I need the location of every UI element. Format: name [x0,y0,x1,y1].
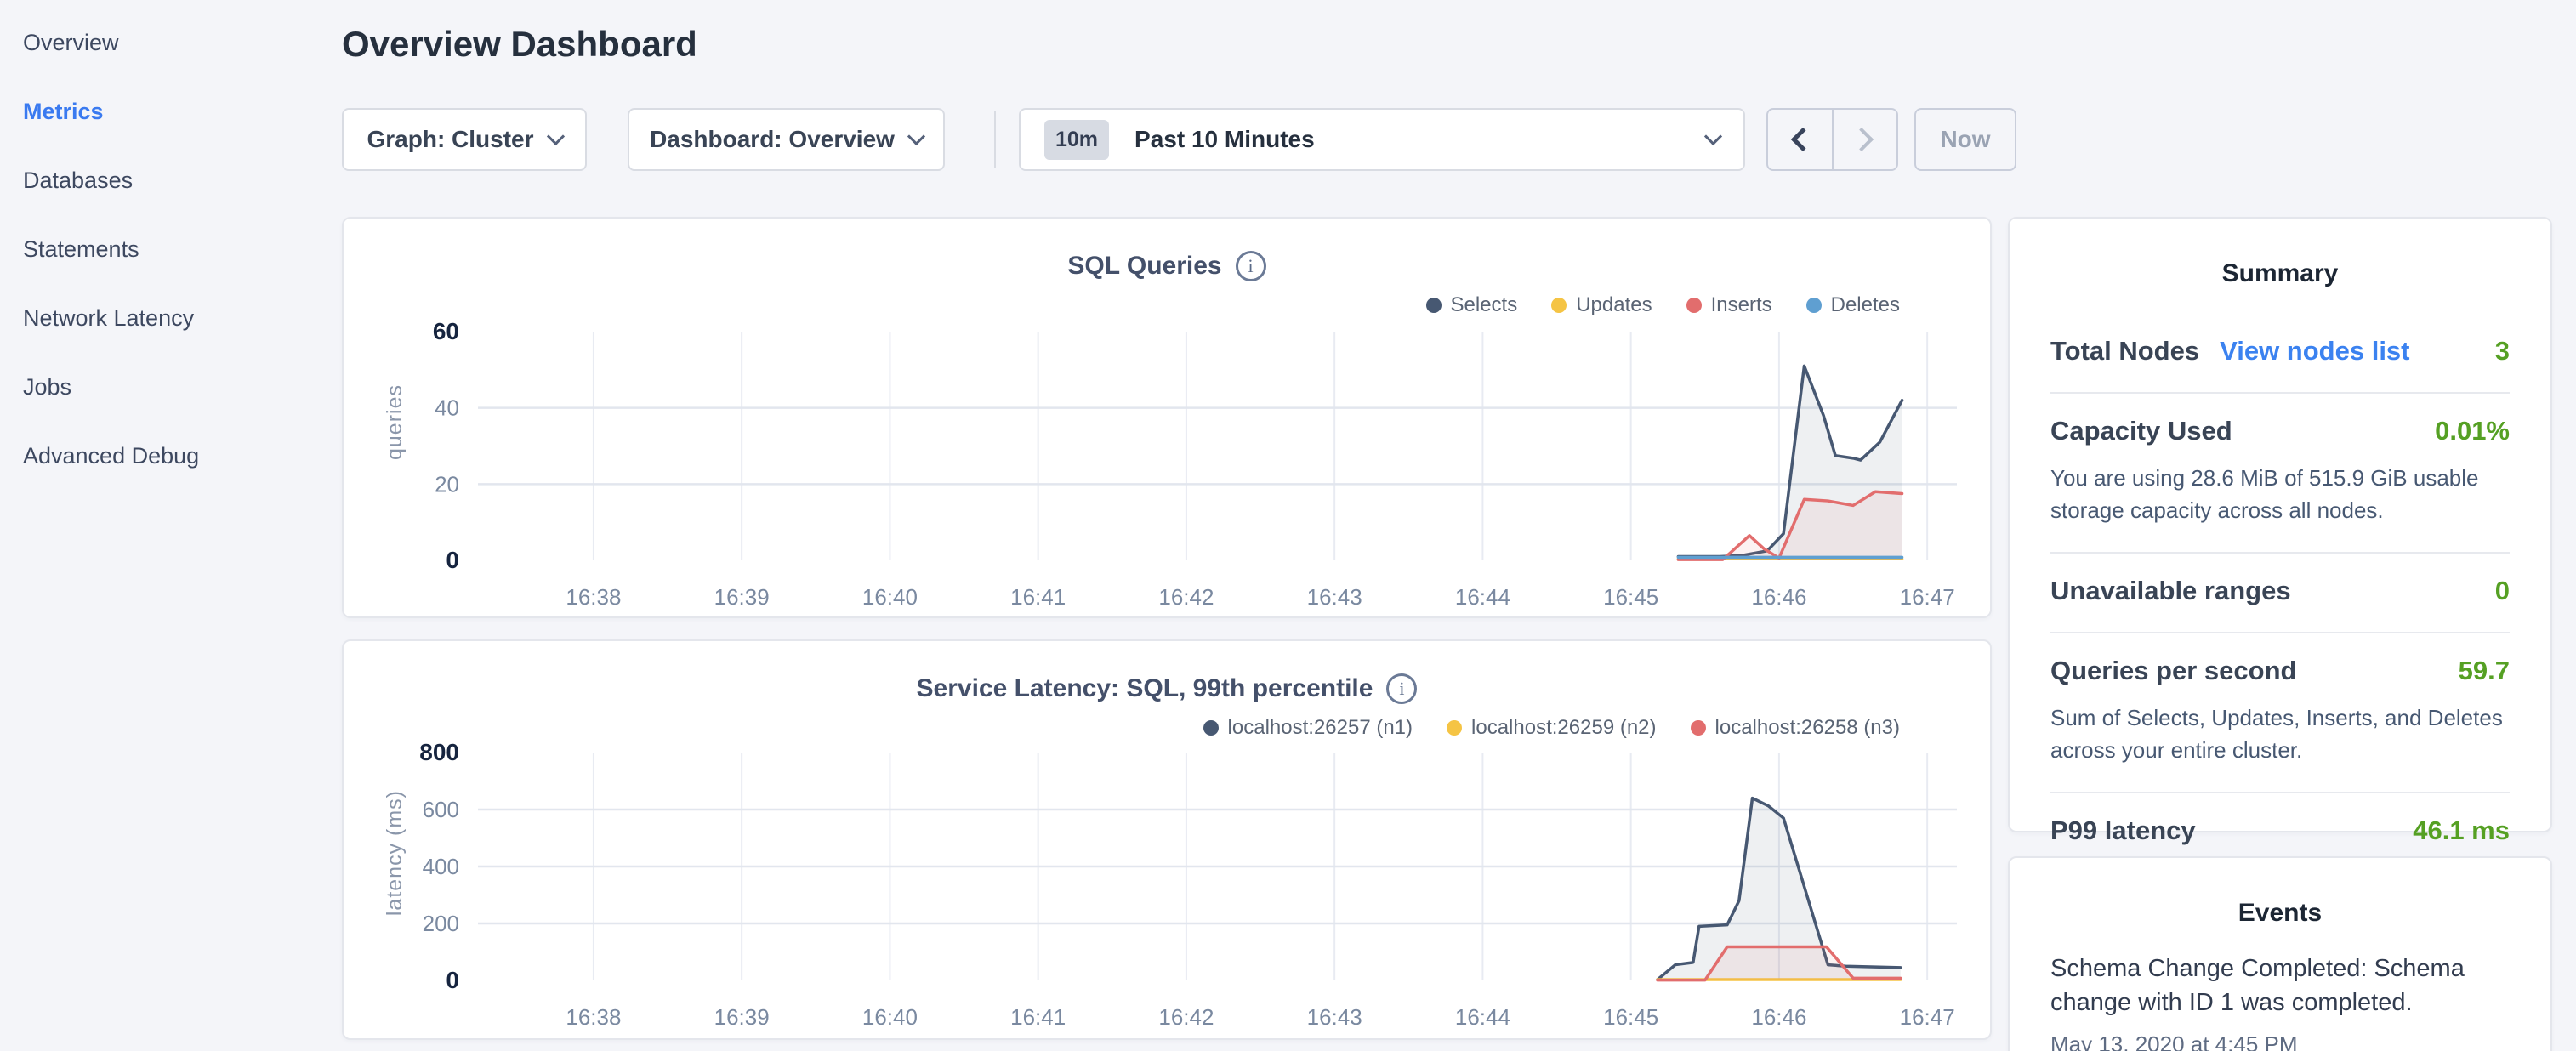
svg-text:16:45: 16:45 [1603,1004,1658,1030]
dashboard-dropdown[interactable]: Dashboard: Overview [628,108,945,171]
events-title: Events [2010,858,2550,928]
service-latency-chart-card: Service Latency: SQL, 99th percentile i … [342,639,1992,1040]
svg-text:16:41: 16:41 [1010,1004,1066,1030]
summary-value: 3 [2495,336,2510,366]
chevron-down-icon [907,127,925,145]
summary-label: Total Nodes [2050,336,2199,366]
summary-panel: Summary Total Nodes View nodes list 3 Ca… [2008,217,2552,832]
summary-label: Unavailable ranges [2050,576,2291,606]
page-title: Overview Dashboard [342,24,697,65]
time-next-button[interactable] [1834,110,1897,169]
sidebar: Overview Metrics Databases Statements Ne… [0,0,338,1051]
sidebar-item-network-latency[interactable]: Network Latency [23,284,338,353]
sidebar-item-statements[interactable]: Statements [23,215,338,284]
svg-text:16:47: 16:47 [1900,1004,1955,1030]
events-panel: Events Schema Change Completed: Schema c… [2008,856,2552,1051]
svg-text:20: 20 [435,471,459,497]
svg-text:16:39: 16:39 [714,1004,770,1030]
now-button[interactable]: Now [1914,108,2016,171]
summary-description: Sum of Selects, Updates, Inserts, and De… [2050,702,2510,766]
svg-text:16:38: 16:38 [566,584,621,610]
svg-text:16:43: 16:43 [1307,584,1362,610]
summary-row-capacity-used: Capacity Used 0.01% You are using 28.6 M… [2050,394,2510,554]
chevron-down-icon [546,127,564,145]
sidebar-item-overview[interactable]: Overview [23,9,338,77]
sql-queries-plot: 16:38 16:39 16:40 16:41 16:42 16:43 16:44 16:45… [344,219,1993,620]
sidebar-item-jobs[interactable]: Jobs [23,353,338,422]
chevron-left-icon [1791,128,1815,151]
graph-dropdown[interactable]: Graph: Cluster [342,108,587,171]
summary-value: 0.01% [2435,416,2510,446]
svg-text:16:46: 16:46 [1751,1004,1806,1030]
toolbar-divider [994,111,996,168]
view-nodes-list-link[interactable]: View nodes list [2220,336,2409,366]
svg-text:600: 600 [423,797,459,822]
svg-text:16:45: 16:45 [1603,584,1658,610]
sql-queries-chart-card: SQL Queries i Selects Updates Inserts De… [342,217,1992,618]
graph-dropdown-label: Graph: Cluster [367,126,533,153]
svg-text:16:40: 16:40 [862,1004,918,1030]
service-latency-plot: 16:38 16:39 16:40 16:41 16:42 16:43 16:44 16:45… [344,641,1993,1042]
svg-text:800: 800 [419,739,459,765]
svg-text:16:46: 16:46 [1751,584,1806,610]
svg-text:0: 0 [446,967,459,993]
time-range-selector[interactable]: 10m Past 10 Minutes [1019,108,1745,171]
summary-title: Summary [2010,219,2550,288]
summary-label: Capacity Used [2050,416,2232,446]
svg-text:16:40: 16:40 [862,584,918,610]
chevron-down-icon [1704,127,1722,145]
summary-row-queries-per-second: Queries per second 59.7 Sum of Selects, … [2050,633,2510,793]
summary-label: P99 latency [2050,815,2196,846]
event-text: Schema Change Completed: Schema change w… [2050,952,2491,1020]
svg-text:60: 60 [433,318,459,344]
svg-text:16:44: 16:44 [1455,584,1510,610]
summary-value: 46.1 ms [2413,815,2510,846]
svg-text:16:42: 16:42 [1158,1004,1214,1030]
summary-value: 0 [2495,576,2510,606]
svg-text:16:39: 16:39 [714,584,770,610]
svg-text:16:42: 16:42 [1158,584,1214,610]
svg-text:40: 40 [435,395,459,421]
svg-text:200: 200 [423,911,459,936]
sidebar-item-databases[interactable]: Databases [23,146,338,215]
summary-row-total-nodes: Total Nodes View nodes list 3 [2050,314,2510,394]
event-timestamp: May 13, 2020 at 4:45 PM [2050,1031,2491,1051]
time-prev-button[interactable] [1768,110,1834,169]
svg-text:16:41: 16:41 [1010,584,1066,610]
event-item: Schema Change Completed: Schema change w… [2010,928,2550,1051]
summary-description: You are using 28.6 MiB of 515.9 GiB usab… [2050,462,2510,526]
dashboard-dropdown-label: Dashboard: Overview [650,126,895,153]
time-range-badge: 10m [1044,120,1109,160]
svg-text:16:43: 16:43 [1307,1004,1362,1030]
sidebar-item-metrics[interactable]: Metrics [23,77,338,146]
sidebar-item-advanced-debug[interactable]: Advanced Debug [23,422,338,491]
time-range-label: Past 10 Minutes [1134,126,1315,153]
svg-text:16:44: 16:44 [1455,1004,1510,1030]
chevron-right-icon [1850,128,1874,151]
svg-text:16:47: 16:47 [1900,584,1955,610]
summary-value: 59.7 [2459,656,2510,686]
summary-label: Queries per second [2050,656,2296,686]
svg-text:0: 0 [446,547,459,573]
svg-text:400: 400 [423,854,459,879]
summary-row-unavailable-ranges: Unavailable ranges 0 [2050,554,2510,633]
time-step-buttons [1766,108,1898,171]
svg-text:16:38: 16:38 [566,1004,621,1030]
